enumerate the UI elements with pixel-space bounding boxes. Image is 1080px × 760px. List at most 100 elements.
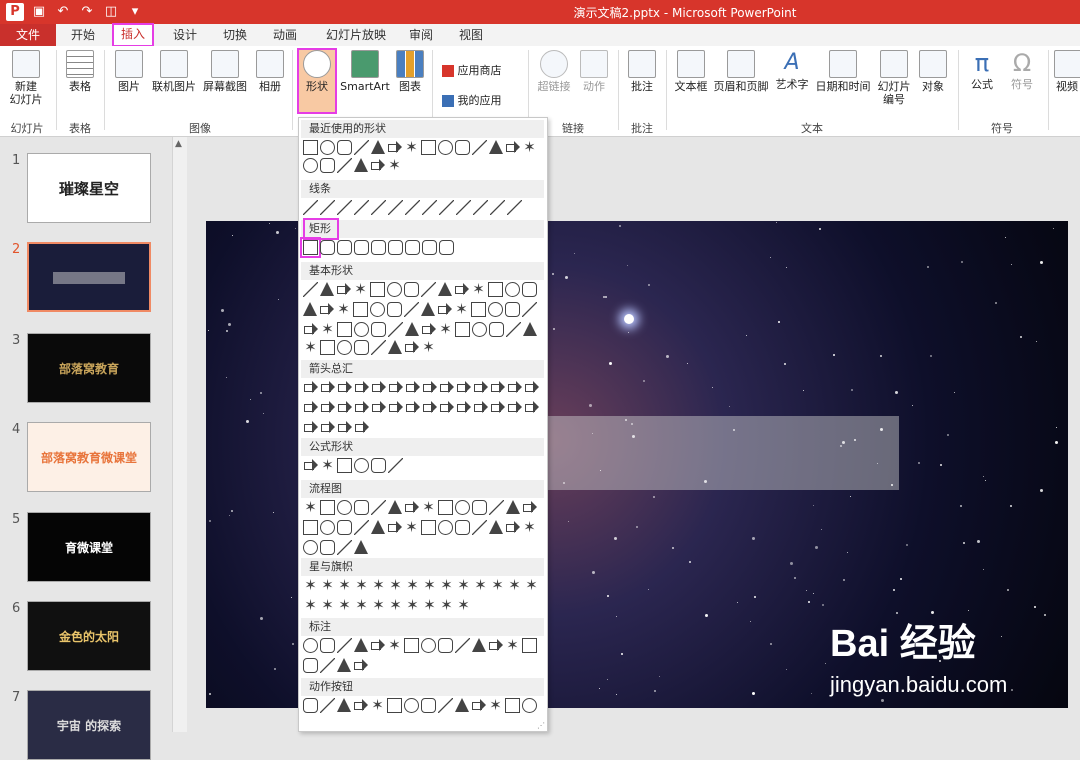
shape-option[interactable] xyxy=(303,520,318,535)
shape-option[interactable] xyxy=(524,380,539,395)
shape-option[interactable] xyxy=(405,322,419,336)
shape-option[interactable] xyxy=(404,340,419,355)
shape-option[interactable] xyxy=(438,140,453,155)
shape-option[interactable] xyxy=(387,140,402,155)
resize-grip-icon[interactable]: ⋰ xyxy=(537,721,545,730)
tab-file[interactable]: 文件 xyxy=(0,24,56,46)
shape-option[interactable] xyxy=(371,400,386,415)
shape-option[interactable] xyxy=(354,240,369,255)
shape-option[interactable] xyxy=(337,380,352,395)
shape-option[interactable] xyxy=(320,540,335,555)
shape-option[interactable] xyxy=(370,302,385,317)
shape-option[interactable]: ✶ xyxy=(405,578,420,593)
shape-option[interactable]: ✶ xyxy=(320,322,335,337)
shape-option[interactable] xyxy=(303,322,318,337)
shape-option[interactable] xyxy=(422,380,437,395)
shape-option[interactable] xyxy=(489,140,503,154)
shape-option[interactable]: ✶ xyxy=(454,302,469,317)
shape-option[interactable] xyxy=(404,638,419,653)
shape-option[interactable] xyxy=(371,458,386,473)
shape-option[interactable] xyxy=(320,380,335,395)
shape-option[interactable] xyxy=(387,282,402,297)
shape-option[interactable]: ✶ xyxy=(303,578,318,593)
shape-option[interactable]: ✶ xyxy=(354,578,369,593)
shape-option[interactable] xyxy=(488,282,503,297)
shape-option[interactable] xyxy=(421,638,436,653)
shape-option[interactable] xyxy=(405,400,420,415)
shape-option[interactable]: ✶ xyxy=(524,578,539,593)
textbox-button[interactable]: 文本框 xyxy=(672,50,710,93)
shape-option[interactable] xyxy=(337,658,351,672)
smartart-button[interactable]: SmartArt xyxy=(340,50,390,93)
shape-option[interactable] xyxy=(421,302,435,316)
slide-thumbnail[interactable]: 部落窝教育微课堂 xyxy=(27,422,151,492)
app-store-button[interactable]: 应用商店 xyxy=(442,62,502,78)
shape-option[interactable] xyxy=(505,520,520,535)
shapes-button[interactable]: 形状 xyxy=(297,48,337,114)
shape-option[interactable] xyxy=(388,458,403,473)
chart-button[interactable]: 图表 xyxy=(394,50,426,93)
shape-option[interactable] xyxy=(371,500,386,515)
shape-option[interactable] xyxy=(505,302,520,317)
shape-option[interactable] xyxy=(370,158,385,173)
video-button[interactable]: 视频 xyxy=(1054,50,1080,93)
shape-option[interactable] xyxy=(472,322,487,337)
hyperlink-button[interactable]: 超链接 xyxy=(534,50,574,93)
shape-option[interactable] xyxy=(455,520,470,535)
shape-option[interactable] xyxy=(439,240,454,255)
shape-option[interactable] xyxy=(337,420,352,435)
shape-option[interactable] xyxy=(522,638,537,653)
shape-option[interactable] xyxy=(354,520,369,535)
shape-option[interactable] xyxy=(455,140,470,155)
shape-option[interactable] xyxy=(490,200,505,215)
rectangle-shape-option[interactable] xyxy=(300,237,321,258)
tab-view[interactable]: 视图 xyxy=(448,24,494,46)
comment-button[interactable]: 批注 xyxy=(624,50,660,93)
shape-option[interactable] xyxy=(353,658,368,673)
shape-option[interactable] xyxy=(354,458,369,473)
shape-option[interactable] xyxy=(354,420,369,435)
shape-option[interactable] xyxy=(354,500,369,515)
screenshot-button[interactable]: 屏幕截图 xyxy=(200,50,250,93)
action-button[interactable]: 动作 xyxy=(578,50,610,93)
shape-option[interactable]: ✶ xyxy=(303,500,318,515)
shape-option[interactable] xyxy=(303,458,318,473)
shape-option[interactable]: ✶ xyxy=(388,598,403,613)
shape-option[interactable] xyxy=(388,340,402,354)
shape-option[interactable] xyxy=(337,520,352,535)
shape-option[interactable] xyxy=(506,500,520,514)
shape-option[interactable]: ✶ xyxy=(337,578,352,593)
shape-option[interactable]: ✶ xyxy=(370,698,385,713)
shape-option[interactable]: ✶ xyxy=(337,598,352,613)
slide-thumbnail[interactable]: 金色的太阳 xyxy=(27,601,151,671)
shape-option[interactable] xyxy=(303,400,318,415)
shape-option[interactable] xyxy=(454,282,469,297)
shape-option[interactable] xyxy=(337,340,352,355)
shape-option[interactable] xyxy=(507,200,522,215)
shape-option[interactable] xyxy=(524,400,539,415)
shape-option[interactable] xyxy=(455,500,470,515)
shape-option[interactable] xyxy=(472,520,487,535)
table-button[interactable]: 表格 xyxy=(62,50,98,93)
shape-option[interactable] xyxy=(337,158,352,173)
shape-option[interactable]: ✶ xyxy=(490,578,505,593)
shape-option[interactable] xyxy=(370,282,385,297)
shape-option[interactable] xyxy=(303,380,318,395)
shape-option[interactable] xyxy=(489,520,503,534)
shape-option[interactable] xyxy=(337,240,352,255)
shape-option[interactable]: ✶ xyxy=(371,578,386,593)
shape-option[interactable] xyxy=(354,200,369,215)
shape-option[interactable] xyxy=(505,282,520,297)
shape-option[interactable] xyxy=(353,698,368,713)
shape-option[interactable] xyxy=(471,302,486,317)
shape-option[interactable] xyxy=(405,380,420,395)
shape-option[interactable]: ✶ xyxy=(456,598,471,613)
shape-option[interactable] xyxy=(303,420,318,435)
shape-option[interactable]: ✶ xyxy=(507,578,522,593)
shape-option[interactable] xyxy=(455,638,470,653)
shape-option[interactable]: ✶ xyxy=(422,578,437,593)
shape-option[interactable] xyxy=(303,638,318,653)
shape-option[interactable] xyxy=(404,500,419,515)
shape-option[interactable] xyxy=(320,638,335,653)
tab-transitions[interactable]: 切换 xyxy=(212,24,258,46)
